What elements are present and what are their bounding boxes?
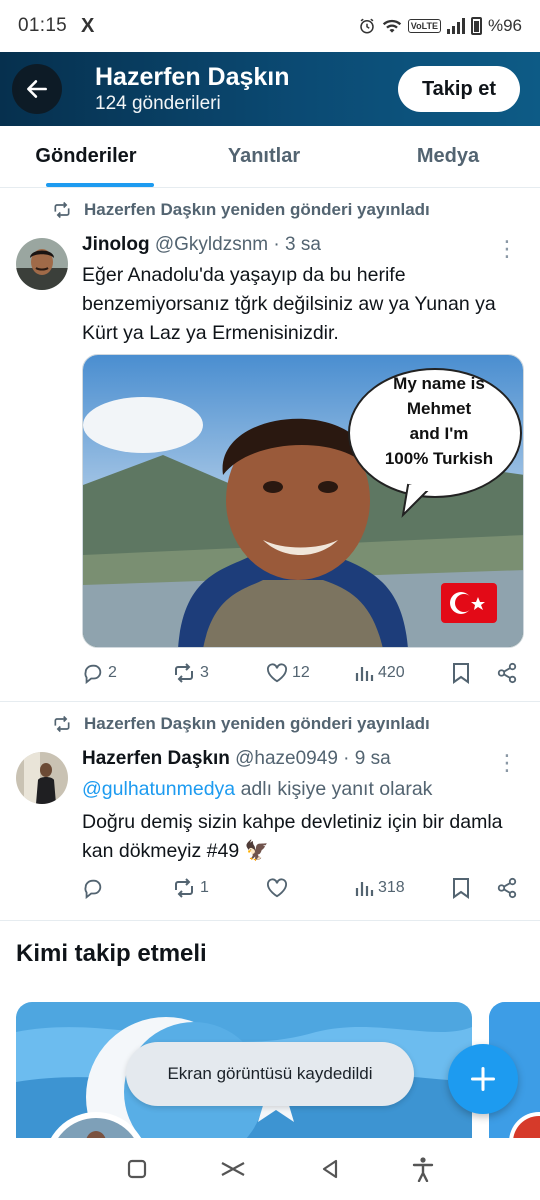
repost-icon	[175, 878, 193, 898]
share-icon	[497, 877, 517, 899]
repost-indicator: Hazerfen Daşkın yeniden gönderi yayınlad…	[52, 200, 430, 220]
bookmark-button[interactable]	[452, 662, 496, 684]
home-icon[interactable]	[219, 1159, 247, 1179]
tweet-actions: 1 318	[82, 877, 522, 899]
turkish-flag	[441, 583, 497, 623]
share-button[interactable]	[496, 877, 518, 899]
battery-icon	[470, 17, 482, 35]
bookmark-icon	[453, 663, 469, 684]
back-button[interactable]	[12, 64, 62, 114]
header-title-block: Hazerfen Daşkın 124 gönderileri	[95, 62, 290, 116]
reply-count: 2	[108, 664, 117, 681]
views-button[interactable]: 318	[354, 878, 452, 898]
view-count: 318	[378, 879, 405, 896]
repost-count: 1	[200, 879, 209, 896]
bubble-line-4: 100% Turkish	[385, 449, 493, 468]
avatar-image	[16, 238, 68, 290]
tweet-text: Eğer Anadolu'da yaşayıp da bu herife ben…	[82, 264, 496, 344]
profile-header: Hazerfen Daşkın 124 gönderileri Takip et	[0, 52, 540, 126]
divider	[0, 701, 540, 702]
status-bar: 01:15 X VoLTE %96	[0, 0, 540, 52]
plus-icon	[470, 1066, 496, 1092]
views-button[interactable]: 420	[354, 663, 452, 683]
more-options-icon[interactable]: ⋮	[496, 752, 518, 774]
bubble-line-2: Mehmet	[407, 399, 472, 418]
more-options-icon[interactable]: ⋮	[496, 238, 518, 260]
volte-icon: VoLTE	[407, 19, 441, 33]
reply-button[interactable]: 2	[82, 662, 172, 684]
battery-level: %96	[487, 16, 522, 35]
status-time: 01:15	[18, 15, 68, 36]
divider	[0, 920, 540, 921]
tab-media[interactable]: Medya	[356, 126, 540, 187]
tab-replies[interactable]: Yanıtlar	[172, 126, 356, 187]
repost-indicator: Hazerfen Daşkın yeniden gönderi yayınlad…	[52, 714, 430, 734]
repost-icon	[54, 715, 70, 733]
x-notification-icon: X	[81, 14, 95, 37]
tweet-text: Doğru demiş sizin kahpe devletiniz için …	[82, 811, 503, 862]
accessibility-icon[interactable]	[412, 1156, 434, 1182]
signal-icon	[446, 18, 465, 34]
handle[interactable]: @haze0949	[235, 748, 338, 769]
repost-icon	[175, 663, 193, 683]
who-to-follow-title: Kimi takip etmeli	[16, 940, 207, 967]
reply-to-suffix: adlı kişiye yanıt olarak	[235, 778, 433, 800]
like-button[interactable]: 12	[266, 663, 354, 683]
repost-button[interactable]: 3	[172, 663, 266, 683]
view-count: 420	[378, 664, 405, 681]
reply-button[interactable]	[82, 877, 172, 899]
reply-icon	[84, 664, 102, 684]
heart-icon	[267, 878, 287, 898]
reply-icon	[84, 879, 102, 899]
heart-icon	[267, 663, 287, 683]
back-nav-icon[interactable]	[319, 1158, 341, 1180]
repost-label: Hazerfen Daşkın yeniden gönderi yayınlad…	[84, 200, 430, 219]
bubble-line-1: My name is	[393, 374, 485, 393]
alarm-icon	[360, 18, 374, 34]
timestamp: · 3 sa	[273, 234, 321, 255]
avatar[interactable]	[16, 238, 68, 290]
profile-tabs: Gönderiler Yanıtlar Medya	[0, 126, 540, 188]
share-icon	[497, 662, 517, 684]
bar-chart-icon	[355, 882, 374, 896]
repost-button[interactable]: 1	[172, 878, 266, 898]
display-name[interactable]: Hazerfen Daşkın	[82, 748, 230, 769]
tweet-header: Hazerfen Daşkın @haze0949 · 9 sa	[82, 748, 391, 770]
arrow-left-icon	[27, 80, 47, 98]
avatar[interactable]	[16, 752, 68, 804]
bookmark-icon	[453, 878, 469, 899]
repost-icon	[54, 201, 70, 219]
post-count: 124 gönderileri	[95, 93, 221, 114]
tab-posts[interactable]: Gönderiler	[0, 126, 172, 187]
profile-name: Hazerfen Daşkın	[95, 63, 290, 91]
compose-button[interactable]	[448, 1044, 518, 1114]
follow-button[interactable]: Takip et	[398, 66, 520, 112]
screenshot-toast: Ekran görüntüsü kaydedildi	[126, 1042, 414, 1106]
timestamp: · 9 sa	[343, 748, 391, 769]
repost-count: 3	[200, 664, 209, 681]
meme-image: My name is Mehmet and I'm 100% Turkish	[83, 355, 523, 647]
repost-label: Hazerfen Daşkın yeniden gönderi yayınlad…	[84, 714, 430, 733]
handle[interactable]: @Gkyldzsnm	[155, 234, 268, 255]
bar-chart-icon	[355, 667, 374, 681]
tweet-header: Jinolog @Gkyldzsnm · 3 sa	[82, 234, 321, 256]
reply-to-link[interactable]: @gulhatunmedya	[82, 778, 235, 800]
like-count: 12	[292, 664, 310, 681]
tweet-actions: 2 3 12 420	[82, 662, 522, 684]
tweet-image[interactable]: My name is Mehmet and I'm 100% Turkish	[82, 354, 524, 648]
recent-apps-icon[interactable]	[126, 1158, 148, 1180]
bookmark-button[interactable]	[452, 877, 496, 899]
bubble-line-3: and I'm	[410, 424, 469, 443]
avatar-image	[16, 752, 68, 804]
share-button[interactable]	[496, 662, 518, 684]
system-nav-bar	[0, 1138, 540, 1200]
status-right: VoLTE %96	[358, 16, 522, 36]
like-button[interactable]	[266, 878, 354, 898]
display-name[interactable]: Jinolog	[82, 234, 150, 255]
wifi-icon	[382, 19, 401, 33]
reply-context: @gulhatunmedya adlı kişiye yanıt olarak	[82, 775, 522, 804]
